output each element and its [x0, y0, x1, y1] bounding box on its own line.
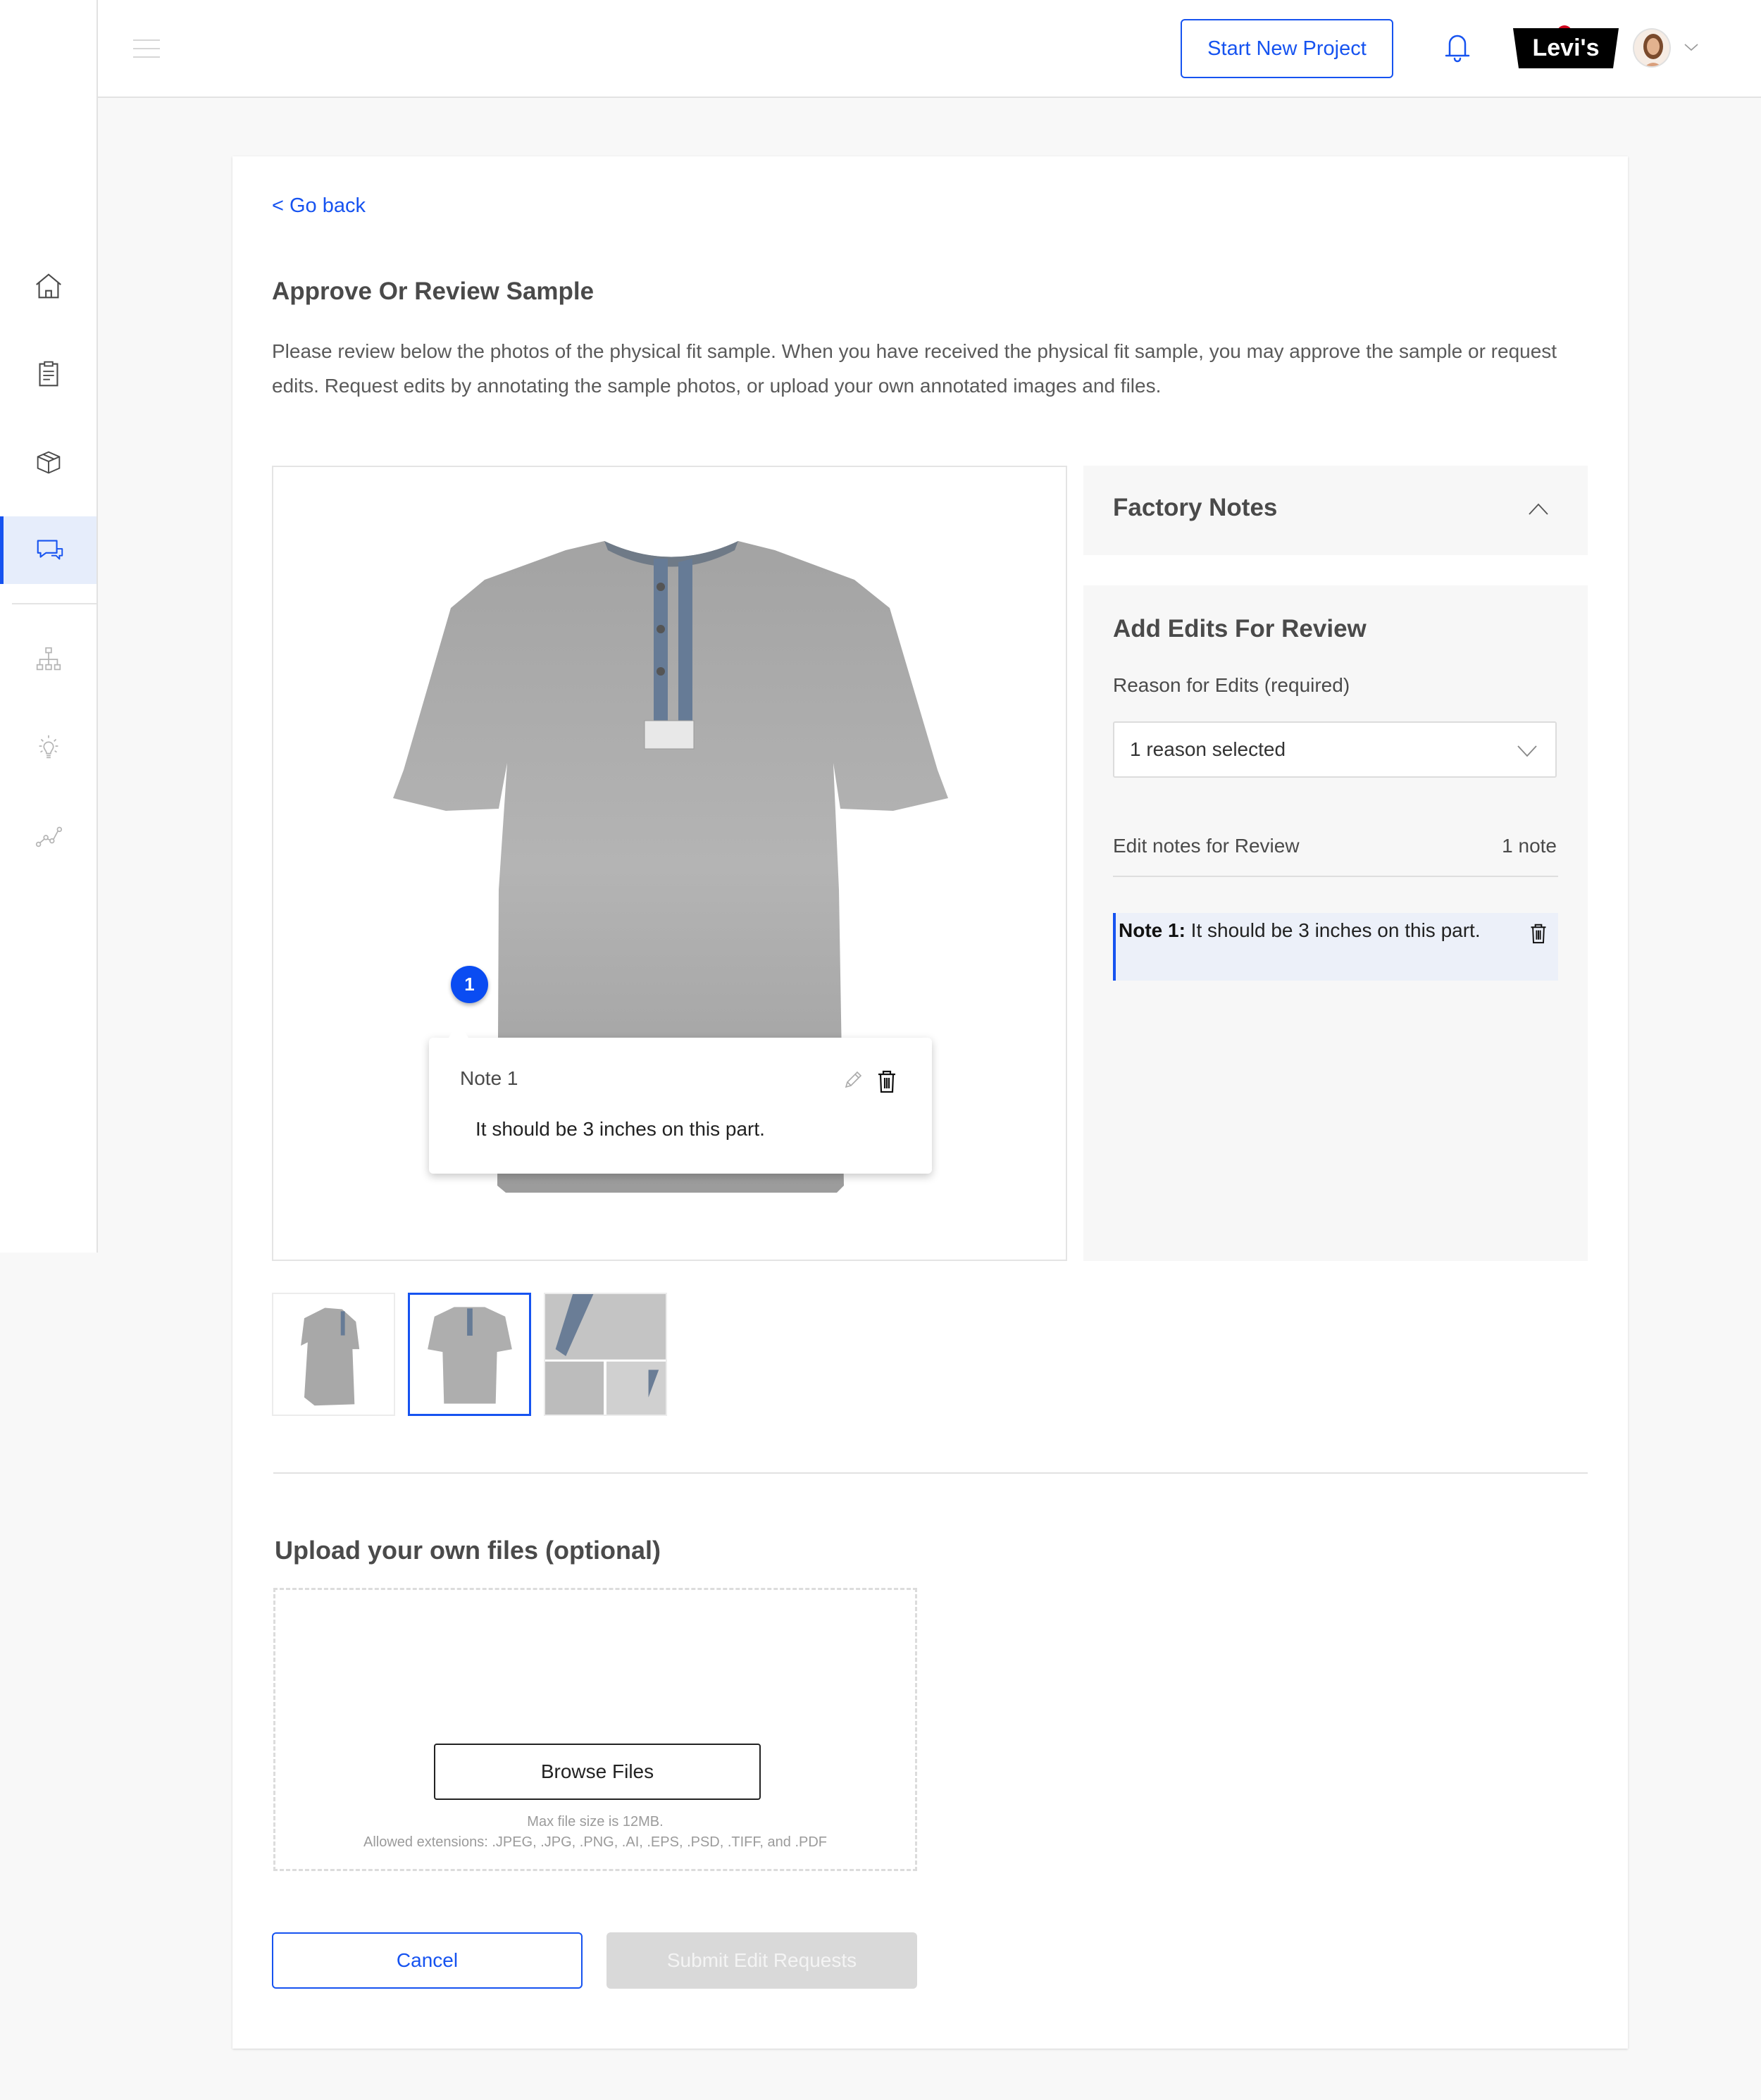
chat-icon — [37, 540, 63, 560]
file-dropzone[interactable]: Browse Files Max file size is 12MB. Allo… — [273, 1588, 917, 1871]
thumbnail-side-view[interactable] — [272, 1293, 395, 1416]
hamburger-line — [133, 39, 160, 41]
chevron-down-icon — [1517, 745, 1537, 757]
sidebar-item-messages[interactable] — [0, 516, 97, 584]
sidebar-item-briefs[interactable] — [0, 340, 97, 408]
reason-select-value: 1 reason selected — [1130, 738, 1286, 760]
user-avatar[interactable] — [1633, 28, 1671, 68]
levis-logo-text: Levi's — [1532, 35, 1599, 61]
line-chart-icon — [35, 826, 62, 847]
notes-label: Edit notes for Review — [1113, 835, 1300, 857]
annotation-marker[interactable]: 1 — [451, 966, 488, 1003]
popover-body: It should be 3 inches on this part. — [475, 1118, 765, 1140]
sample-image-viewer[interactable]: 1 Note 1 It should be 3 inches on this p… — [272, 466, 1067, 1261]
cancel-button[interactable]: Cancel — [272, 1932, 583, 1989]
note-text: Note 1: It should be 3 inches on this pa… — [1119, 913, 1492, 948]
note-body: It should be 3 inches on this part. — [1185, 919, 1481, 941]
reason-label: Reason for Edits (required) — [1113, 674, 1350, 696]
popover-title: Note 1 — [460, 1067, 518, 1089]
thumbnail-image — [301, 1307, 360, 1406]
add-edits-title: Add Edits For Review — [1113, 615, 1367, 642]
factory-notes-accordion[interactable]: Factory Notes — [1083, 466, 1588, 555]
sidebar-item-organization[interactable] — [0, 626, 97, 693]
sidebar-item-home[interactable] — [0, 252, 97, 320]
avatar-image — [1634, 30, 1669, 66]
sidebar-item-ideas[interactable] — [0, 714, 97, 781]
hamburger-line — [133, 48, 160, 49]
hamburger-line — [133, 56, 160, 58]
chevron-up-icon[interactable] — [1527, 501, 1550, 516]
lightbulb-icon — [39, 735, 58, 759]
trash-icon[interactable] — [876, 1069, 898, 1094]
add-edits-panel: Add Edits For Review Reason for Edits (r… — [1083, 585, 1588, 1261]
thumbnail-image — [428, 1307, 512, 1404]
notes-divider — [1113, 876, 1558, 877]
thumbnail-detail-collage[interactable] — [544, 1293, 667, 1416]
allowed-extensions-hint: Allowed extensions: .JPEG, .JPG, .PNG, .… — [363, 1834, 827, 1850]
clipboard-icon — [38, 361, 58, 387]
note-label: Note 1: — [1119, 919, 1186, 941]
thumbnail-image — [545, 1294, 666, 1415]
sidebar-item-samples[interactable] — [0, 428, 97, 496]
top-header: Start New Project Levi's — [98, 0, 1761, 98]
sidebar — [0, 0, 98, 1253]
menu-toggle-button[interactable] — [133, 39, 160, 58]
sidebar-divider — [12, 603, 97, 604]
upload-section-title: Upload your own files (optional) — [275, 1536, 661, 1565]
notes-count: 1 note — [1502, 835, 1557, 857]
popover-arrow — [449, 1022, 468, 1038]
chevron-down-icon[interactable] — [1683, 41, 1700, 54]
page-description: Please review below the photos of the ph… — [272, 340, 1557, 397]
thumbnail-front-view[interactable] — [408, 1293, 531, 1416]
section-divider — [273, 1472, 1588, 1474]
start-new-project-button[interactable]: Start New Project — [1181, 19, 1393, 78]
home-icon — [35, 273, 61, 299]
pencil-icon[interactable] — [842, 1069, 864, 1091]
page-title: Approve Or Review Sample — [272, 278, 595, 305]
annotation-popover: Note 1 It should be 3 inches on this par… — [429, 1022, 932, 1174]
browse-files-button[interactable]: Browse Files — [434, 1744, 761, 1800]
sidebar-item-analytics[interactable] — [0, 802, 97, 869]
max-file-size-hint: Max file size is 12MB. — [527, 1814, 664, 1829]
note-list-item[interactable]: Note 1: It should be 3 inches on this pa… — [1113, 913, 1558, 981]
trash-icon[interactable] — [1529, 921, 1548, 945]
notification-bell-icon[interactable] — [1436, 27, 1479, 69]
reason-select[interactable]: 1 reason selected — [1113, 721, 1557, 778]
factory-notes-title: Factory Notes — [1113, 494, 1278, 521]
box-icon — [37, 451, 60, 474]
sitemap-icon — [36, 647, 61, 671]
submit-edit-requests-button[interactable]: Submit Edit Requests — [606, 1932, 917, 1989]
levis-logo: Levi's — [1513, 28, 1619, 68]
go-back-link[interactable]: < Go back — [272, 194, 366, 218]
review-card: < Go back Approve Or Review Sample Pleas… — [232, 156, 1628, 2049]
